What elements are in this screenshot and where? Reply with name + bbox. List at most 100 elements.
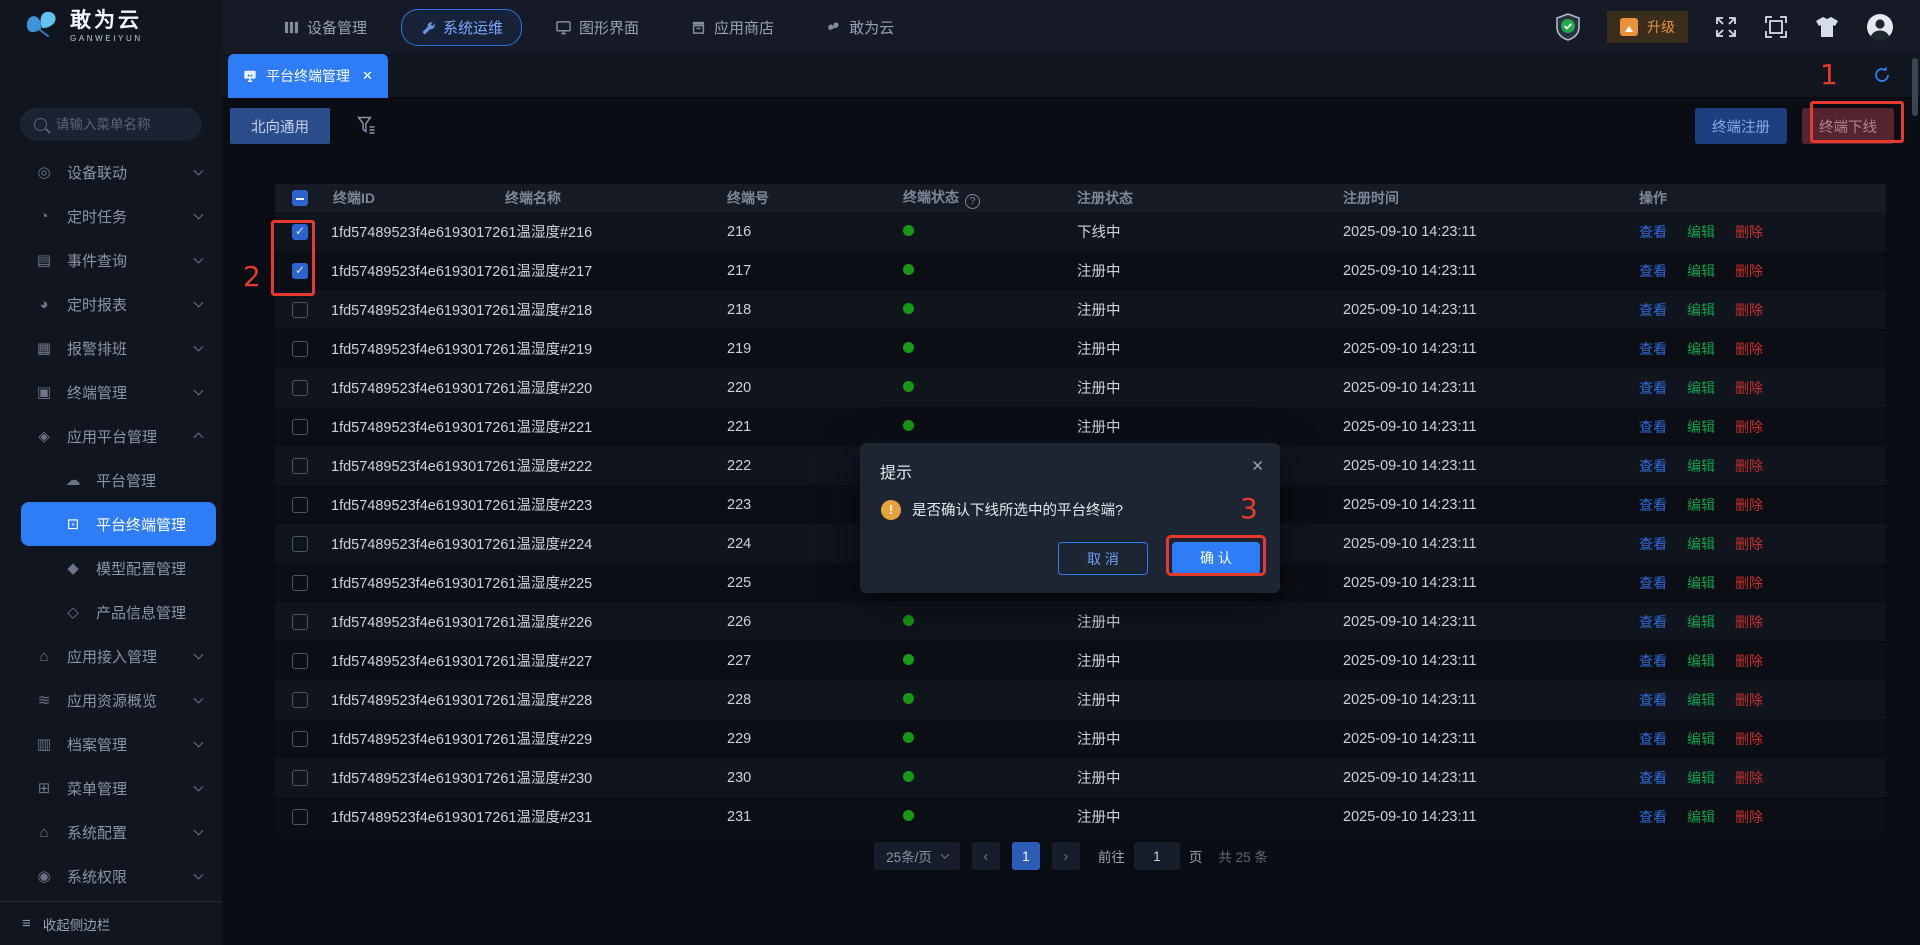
edit-link[interactable]: 编辑 [1687, 612, 1715, 632]
edit-link[interactable]: 编辑 [1687, 261, 1715, 281]
nav-item-graphic-ui[interactable]: 图形界面 [538, 10, 657, 45]
delete-link[interactable]: 删除 [1735, 807, 1763, 827]
delete-link[interactable]: 删除 [1735, 573, 1763, 593]
row-checkbox[interactable] [292, 769, 308, 786]
edit-link[interactable]: 编辑 [1687, 495, 1715, 515]
row-checkbox[interactable] [292, 379, 308, 396]
edit-link[interactable]: 编辑 [1687, 651, 1715, 671]
edit-link[interactable]: 编辑 [1687, 300, 1715, 320]
row-checkbox[interactable] [292, 691, 308, 708]
row-checkbox[interactable] [292, 730, 308, 747]
delete-link[interactable]: 删除 [1735, 729, 1763, 749]
collapse-sidebar-button[interactable]: ≡ 收起侧边栏 [0, 901, 222, 945]
view-link[interactable]: 查看 [1639, 417, 1667, 437]
delete-link[interactable]: 删除 [1735, 495, 1763, 515]
tab-platform-terminal-mgmt[interactable]: 平台终端管理 ✕ [228, 54, 388, 98]
edit-link[interactable]: 编辑 [1687, 807, 1715, 827]
edit-link[interactable]: 编辑 [1687, 729, 1715, 749]
filter-funnel-icon[interactable] [357, 116, 375, 136]
security-shield-icon[interactable] [1555, 13, 1581, 41]
delete-link[interactable]: 删除 [1735, 768, 1763, 788]
sidebar-item-app-resource-overview[interactable]: ≋ 应用资源概览 [21, 678, 216, 722]
nav-item-app-store[interactable]: 应用商店 [673, 10, 792, 45]
delete-link[interactable]: 删除 [1735, 651, 1763, 671]
nav-item-ganweiyun[interactable]: 敢为云 [808, 10, 912, 45]
tab-close-icon[interactable]: ✕ [362, 68, 373, 84]
delete-link[interactable]: 删除 [1735, 417, 1763, 437]
row-checkbox[interactable] [292, 301, 308, 318]
user-avatar[interactable] [1866, 13, 1894, 41]
view-link[interactable]: 查看 [1639, 807, 1667, 827]
terminal-register-button[interactable]: 终端注册 [1695, 108, 1787, 144]
fullscreen-expand-icon[interactable] [1714, 15, 1738, 39]
row-checkbox[interactable] [292, 223, 308, 240]
delete-link[interactable]: 删除 [1735, 534, 1763, 554]
sidebar-item-event-query[interactable]: ▤ 事件查询 [21, 238, 216, 282]
sidebar-item-sys-config[interactable]: ⌂ 系统配置 [21, 810, 216, 854]
row-checkbox[interactable] [292, 457, 308, 474]
search-input[interactable] [56, 117, 196, 132]
view-link[interactable]: 查看 [1639, 573, 1667, 593]
edit-link[interactable]: 编辑 [1687, 339, 1715, 359]
nav-item-device-management[interactable]: 设备管理 [266, 10, 385, 45]
view-link[interactable]: 查看 [1639, 222, 1667, 242]
delete-link[interactable]: 删除 [1735, 456, 1763, 476]
view-link[interactable]: 查看 [1639, 768, 1667, 788]
view-link[interactable]: 查看 [1639, 339, 1667, 359]
view-link[interactable]: 查看 [1639, 534, 1667, 554]
edit-link[interactable]: 编辑 [1687, 573, 1715, 593]
delete-link[interactable]: 删除 [1735, 222, 1763, 242]
view-link[interactable]: 查看 [1639, 729, 1667, 749]
row-checkbox[interactable] [292, 574, 308, 591]
menu-search[interactable] [20, 108, 202, 141]
page-size-select[interactable]: 25条/页 [874, 842, 960, 870]
delete-link[interactable]: 删除 [1735, 300, 1763, 320]
row-checkbox[interactable] [292, 340, 308, 357]
view-link[interactable]: 查看 [1639, 378, 1667, 398]
edit-link[interactable]: 编辑 [1687, 534, 1715, 554]
sidebar-item-platform-terminal-mgmt[interactable]: ⊡ 平台终端管理 [21, 502, 216, 546]
prev-page-button[interactable]: ‹ [971, 842, 1000, 870]
delete-link[interactable]: 删除 [1735, 612, 1763, 632]
delete-link[interactable]: 删除 [1735, 378, 1763, 398]
delete-link[interactable]: 删除 [1735, 690, 1763, 710]
view-link[interactable]: 查看 [1639, 495, 1667, 515]
sidebar-item-archive-mgmt[interactable]: ▥ 档案管理 [21, 722, 216, 766]
row-checkbox[interactable] [292, 808, 308, 825]
view-link[interactable]: 查看 [1639, 690, 1667, 710]
north-general-button[interactable]: 北向通用 [230, 108, 330, 144]
edit-link[interactable]: 编辑 [1687, 768, 1715, 788]
help-question-icon[interactable]: ? [965, 193, 980, 209]
row-checkbox[interactable] [292, 496, 308, 513]
view-link[interactable]: 查看 [1639, 456, 1667, 476]
row-checkbox[interactable] [292, 613, 308, 630]
upgrade-button[interactable]: 升级 [1607, 11, 1688, 43]
sidebar-item-app-platform-mgmt[interactable]: ◈ 应用平台管理 [21, 414, 216, 458]
sidebar-item-platform-mgmt[interactable]: ☁ 平台管理 [21, 458, 216, 502]
sidebar-item-timed-task[interactable]: ◔ 定时任务 [21, 194, 216, 238]
goto-page-input[interactable] [1133, 842, 1180, 870]
row-checkbox[interactable] [292, 652, 308, 669]
sidebar-item-timed-report[interactable]: ◕ 定时报表 [21, 282, 216, 326]
next-page-button[interactable]: › [1051, 842, 1080, 870]
select-all-checkbox[interactable] [292, 190, 308, 206]
view-link[interactable]: 查看 [1639, 261, 1667, 281]
edit-link[interactable]: 编辑 [1687, 690, 1715, 710]
scrollbar-thumb[interactable] [1912, 58, 1918, 116]
sidebar-item-product-info-mgmt[interactable]: ◇ 产品信息管理 [21, 590, 216, 634]
sidebar-item-device-link[interactable]: ◎ 设备联动 [21, 150, 216, 194]
sidebar-item-terminal-mgmt[interactable]: ▣ 终端管理 [21, 370, 216, 414]
sidebar-item-model-config-mgmt[interactable]: ◆ 模型配置管理 [21, 546, 216, 590]
delete-link[interactable]: 删除 [1735, 261, 1763, 281]
confirm-button[interactable]: 确 认 [1172, 542, 1260, 574]
edit-link[interactable]: 编辑 [1687, 456, 1715, 476]
sidebar-item-alarm-shift[interactable]: ▦ 报警排班 [21, 326, 216, 370]
sidebar-item-menu-mgmt[interactable]: ⊞ 菜单管理 [21, 766, 216, 810]
nav-item-system-ops[interactable]: 系统运维 [401, 8, 523, 46]
frame-capture-icon[interactable] [1764, 15, 1788, 39]
view-link[interactable]: 查看 [1639, 300, 1667, 320]
sidebar-item-app-access-mgmt[interactable]: ⌂ 应用接入管理 [21, 634, 216, 678]
edit-link[interactable]: 编辑 [1687, 222, 1715, 242]
view-link[interactable]: 查看 [1639, 612, 1667, 632]
delete-link[interactable]: 删除 [1735, 339, 1763, 359]
